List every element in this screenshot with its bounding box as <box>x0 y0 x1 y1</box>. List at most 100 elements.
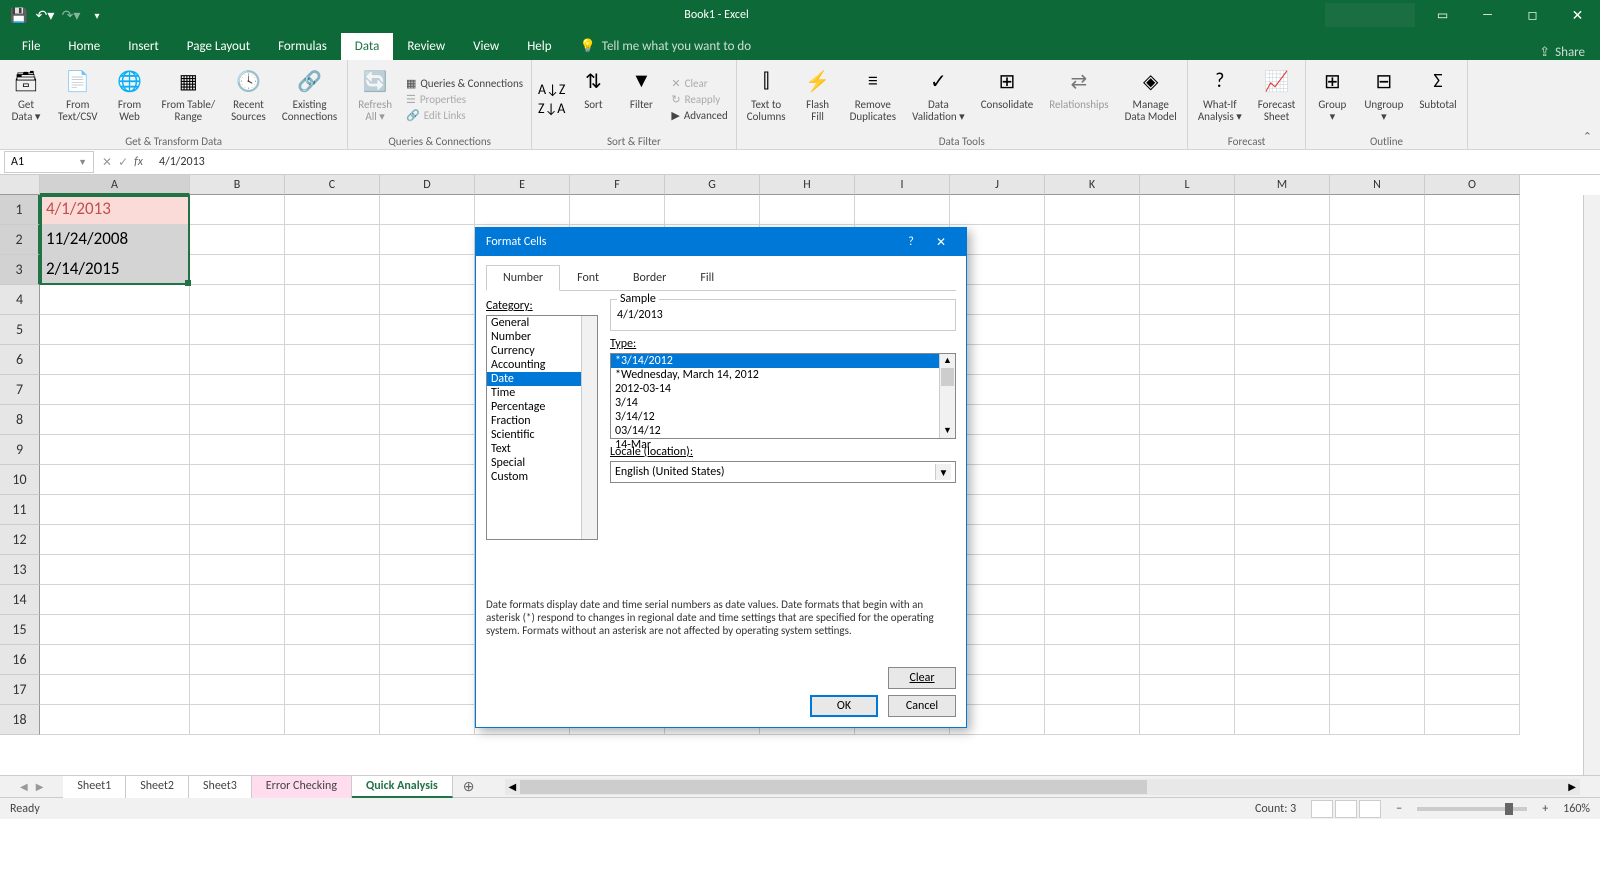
sheet-tab[interactable]: Quick Analysis <box>352 775 453 798</box>
cell[interactable] <box>380 405 475 435</box>
queries-connections-button[interactable]: ▦Queries & Connections <box>404 76 525 91</box>
from-table-range-button[interactable]: ▦From Table/ Range <box>158 63 220 135</box>
minimize-button[interactable]: — <box>1465 0 1510 30</box>
cell[interactable] <box>1425 345 1520 375</box>
cell[interactable] <box>1330 255 1425 285</box>
cell[interactable] <box>40 555 190 585</box>
cell[interactable] <box>1045 495 1140 525</box>
type-item[interactable]: 3/14 <box>611 396 955 410</box>
data-validation-button[interactable]: ✓Data Validation ▾ <box>908 63 969 135</box>
cell[interactable] <box>1330 585 1425 615</box>
cell[interactable] <box>1235 465 1330 495</box>
cell[interactable] <box>190 585 285 615</box>
column-header[interactable]: I <box>855 175 950 195</box>
collapse-ribbon-icon[interactable]: ⌃ <box>1583 130 1592 143</box>
row-header[interactable]: 11 <box>0 495 40 525</box>
row-header[interactable]: 1 <box>0 195 40 225</box>
cell[interactable] <box>40 435 190 465</box>
filter-button[interactable]: ▼Filter <box>621 63 661 135</box>
relationships-button[interactable]: ⇄Relationships <box>1045 63 1112 135</box>
cell[interactable] <box>285 495 380 525</box>
properties-button[interactable]: ☰Properties <box>404 92 525 107</box>
tab-page-layout[interactable]: Page Layout <box>173 33 264 60</box>
cell[interactable] <box>1330 675 1425 705</box>
cell[interactable] <box>1235 375 1330 405</box>
cell[interactable] <box>1235 255 1330 285</box>
cell[interactable] <box>1140 405 1235 435</box>
column-header[interactable]: O <box>1425 175 1520 195</box>
cell[interactable] <box>855 195 950 225</box>
cell[interactable] <box>1235 585 1330 615</box>
group-button[interactable]: ⊞Group ▾ <box>1312 63 1352 135</box>
recent-sources-button[interactable]: 🕓Recent Sources <box>227 63 270 135</box>
cell[interactable] <box>1330 195 1425 225</box>
cell[interactable] <box>190 645 285 675</box>
cell[interactable] <box>1045 645 1140 675</box>
scroll-right-icon[interactable]: ▶ <box>1564 780 1580 793</box>
cell[interactable] <box>1330 645 1425 675</box>
cell[interactable] <box>1235 645 1330 675</box>
column-header[interactable]: B <box>190 175 285 195</box>
column-header[interactable]: D <box>380 175 475 195</box>
tab-formulas[interactable]: Formulas <box>264 33 341 60</box>
cell[interactable] <box>1330 615 1425 645</box>
ribbon-options-icon[interactable]: ▭ <box>1420 0 1465 30</box>
type-item[interactable]: *Wednesday, March 14, 2012 <box>611 368 955 382</box>
zoom-slider[interactable] <box>1417 807 1527 811</box>
account-area[interactable] <box>1325 3 1415 27</box>
cell[interactable] <box>1425 255 1520 285</box>
cell[interactable] <box>1330 375 1425 405</box>
cell[interactable] <box>190 615 285 645</box>
cell[interactable] <box>40 675 190 705</box>
type-item[interactable]: 2012-03-14 <box>611 382 955 396</box>
row-header[interactable]: 18 <box>0 705 40 735</box>
cell[interactable] <box>40 645 190 675</box>
cell[interactable] <box>380 375 475 405</box>
cell[interactable] <box>285 465 380 495</box>
undo-icon[interactable]: ↶▾ <box>34 4 56 26</box>
subtotal-button[interactable]: ΣSubtotal <box>1415 63 1460 135</box>
sheet-nav-next-icon[interactable]: ▶ <box>36 780 44 793</box>
cell[interactable] <box>285 345 380 375</box>
cell[interactable] <box>190 525 285 555</box>
row-header[interactable]: 9 <box>0 435 40 465</box>
cell[interactable] <box>40 615 190 645</box>
cell[interactable] <box>1235 435 1330 465</box>
cell[interactable] <box>1235 555 1330 585</box>
cell[interactable] <box>1140 315 1235 345</box>
cancel-button[interactable]: Cancel <box>888 695 956 717</box>
cell[interactable] <box>1330 285 1425 315</box>
cell[interactable] <box>1140 465 1235 495</box>
remove-duplicates-button[interactable]: ≡Remove Duplicates <box>846 63 900 135</box>
cell[interactable] <box>285 555 380 585</box>
tell-me-search[interactable]: 💡Tell me what you want to do <box>566 33 766 60</box>
tab-review[interactable]: Review <box>393 33 459 60</box>
column-header[interactable]: E <box>475 175 570 195</box>
maximize-button[interactable]: ◻ <box>1510 0 1555 30</box>
row-header[interactable]: 8 <box>0 405 40 435</box>
formula-input[interactable]: 4/1/2013 <box>151 153 1600 171</box>
cell[interactable] <box>1140 675 1235 705</box>
cell[interactable] <box>1235 285 1330 315</box>
column-header[interactable]: C <box>285 175 380 195</box>
cell[interactable] <box>1330 345 1425 375</box>
cell[interactable] <box>40 495 190 525</box>
cell[interactable] <box>950 195 1045 225</box>
cell[interactable] <box>380 255 475 285</box>
cancel-formula-icon[interactable]: ✕ <box>102 155 112 170</box>
row-header[interactable]: 17 <box>0 675 40 705</box>
cell[interactable] <box>570 195 665 225</box>
dialog-tab-number[interactable]: Number <box>486 265 560 291</box>
column-header[interactable]: H <box>760 175 855 195</box>
cell[interactable] <box>1425 435 1520 465</box>
sort-az-icon[interactable]: A↓Z <box>538 81 565 98</box>
select-all-corner[interactable] <box>0 175 40 195</box>
cell[interactable] <box>1045 315 1140 345</box>
existing-connections-button[interactable]: 🔗Existing Connections <box>278 63 341 135</box>
cell[interactable] <box>1330 555 1425 585</box>
redo-icon[interactable]: ↷▾ <box>60 4 82 26</box>
cell[interactable] <box>190 555 285 585</box>
dialog-tab-font[interactable]: Font <box>560 265 616 291</box>
cell[interactable] <box>1425 585 1520 615</box>
cell[interactable] <box>1235 525 1330 555</box>
